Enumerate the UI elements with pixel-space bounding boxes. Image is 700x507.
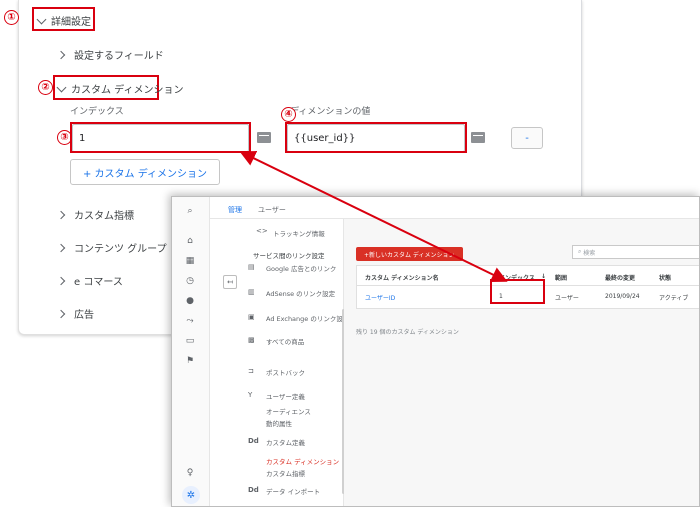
variable-picker-icon[interactable] [471,132,485,143]
nav-tracking-info[interactable]: トラッキング情報 [273,228,325,238]
col-last-changed[interactable]: 最終の変更 [605,273,635,282]
dd-icon: Dd [248,437,259,445]
nav-user-definitions[interactable]: ユーザー定義 [266,391,305,401]
back-arrow-icon[interactable]: ↤ [223,275,237,289]
nav-data-import[interactable]: データ インポート [266,486,320,496]
new-custom-dimension-button[interactable]: +新しいカスタム ディメンション [356,247,463,261]
postback-icon: ⊐ [248,367,254,375]
chevron-down-icon [36,14,47,24]
ecommerce-toggle[interactable]: e コマース [56,273,123,288]
search-placeholder: 検索 [583,249,596,257]
google-ads-icon: ▤ [248,263,255,271]
highlight-index-input [70,122,251,153]
tab-admin[interactable]: 管理 [228,205,242,215]
fields-to-set-label: 設定するフィールド [74,51,164,62]
fields-to-set-toggle[interactable]: 設定するフィールド [56,47,164,62]
ga-admin-window: ⌕ ⌂ ▦ ◷ ● ⤳ ▭ ⚑ ♀ ✲ 管理 ユーザー ↤ <> トラッキング情… [171,196,700,507]
col-name[interactable]: カスタム ディメンション名 [365,273,439,282]
ecommerce-label: e コマース [74,277,123,288]
remove-dimension-button[interactable]: - [511,127,543,149]
custom-dimensions-label: カスタム ディメンション [71,85,184,96]
nav-all-products[interactable]: すべての商品 [266,336,304,346]
nav-custom-metrics[interactable]: カスタム指標 [266,468,305,478]
code-icon: <> [256,227,268,235]
dashboard-icon[interactable]: ▦ [184,255,196,267]
acquisition-icon[interactable]: ⤳ [184,315,196,327]
custom-dimensions-toggle[interactable]: カスタム ディメンション [56,81,183,96]
nav-google-ads[interactable]: Google 広告とのリンク [266,263,336,273]
dd-icon: Dd [248,486,259,494]
add-custom-dimension-button[interactable]: + カスタム ディメンション [70,159,221,185]
col-scope[interactable]: 範囲 [555,273,567,282]
dimension-name-link[interactable]: ユーザーID [365,293,395,302]
highlight-table-index [490,279,545,304]
nav-postback[interactable]: ポストバック [266,367,305,377]
dimension-status: アクティブ [659,295,689,302]
gear-icon[interactable]: ✲ [182,486,200,504]
service-links-header: サービス間のリンク設定 [253,252,325,260]
annotation-1: ① [4,10,19,25]
nav-custom-definitions[interactable]: カスタム定義 [266,437,305,447]
dimension-last-changed: 2019/09/24 [605,293,640,300]
home-icon[interactable]: ⌂ [184,235,196,247]
content-group-label: コンテンツ グループ [74,244,167,255]
highlight-dimension-value-input [285,122,467,153]
chevron-right-icon [56,243,66,252]
ads-toggle[interactable]: 広告 [56,306,94,321]
left-rail: ⌕ ⌂ ▦ ◷ ● ⤳ ▭ ⚑ ♀ ✲ [172,197,210,506]
lightbulb-icon[interactable]: ♀ [184,467,196,479]
nav-ad-exchange[interactable]: Ad Exchange のリンク設定 [266,313,349,323]
flag-icon[interactable]: ⚑ [184,355,196,367]
remaining-count: 残り 19 個のカスタム ディメンション [356,329,459,336]
nav-dynamic-attributes[interactable]: 動的属性 [266,418,292,428]
person-icon[interactable]: ● [184,295,196,307]
custom-dimensions-content: +新しいカスタム ディメンション ⌕ 検索 カスタム ディメンション名 インデッ… [344,219,699,506]
variable-picker-icon[interactable] [257,132,271,143]
advanced-settings-toggle[interactable]: 詳細設定 [36,13,91,28]
ad-exchange-icon: ▣ [248,313,255,321]
nav-custom-dimensions[interactable]: カスタム ディメンション [266,456,339,466]
chevron-right-icon [56,276,66,285]
search-input[interactable]: ⌕ 検索 [572,245,699,259]
custom-metrics-label: カスタム指標 [74,211,134,222]
chevron-right-icon [56,309,66,318]
clock-icon[interactable]: ◷ [184,275,196,287]
index-label: インデックス [70,107,124,117]
user-definitions-icon: Y [248,391,253,399]
annotation-2: ② [38,80,53,95]
dimension-scope: ユーザー [555,295,579,302]
admin-tabs: 管理 ユーザー [210,197,699,219]
dimension-value-label: ディメンションの値 [290,107,371,117]
search-icon[interactable]: ⌕ [184,205,196,217]
all-products-icon: ▩ [248,336,255,344]
ads-label: 広告 [74,310,94,321]
nav-audiences[interactable]: オーディエンス [266,406,311,416]
property-nav: ↤ <> トラッキング情報 サービス間のリンク設定 ▤ Google 広告とのリ… [210,219,349,506]
chevron-right-icon [56,50,66,59]
adsense-icon: ▥ [248,288,255,296]
content-group-toggle[interactable]: コンテンツ グループ [56,240,167,255]
custom-metrics-toggle[interactable]: カスタム指標 [56,207,134,222]
col-status[interactable]: 状態 [659,273,671,282]
annotation-4: ④ [281,107,296,122]
nav-adsense[interactable]: AdSense のリンク設定 [266,288,335,298]
chevron-right-icon [56,210,66,219]
behavior-icon[interactable]: ▭ [184,335,196,347]
tab-user[interactable]: ユーザー [258,205,286,215]
chevron-down-icon [56,82,67,92]
advanced-settings-label: 詳細設定 [51,17,91,28]
